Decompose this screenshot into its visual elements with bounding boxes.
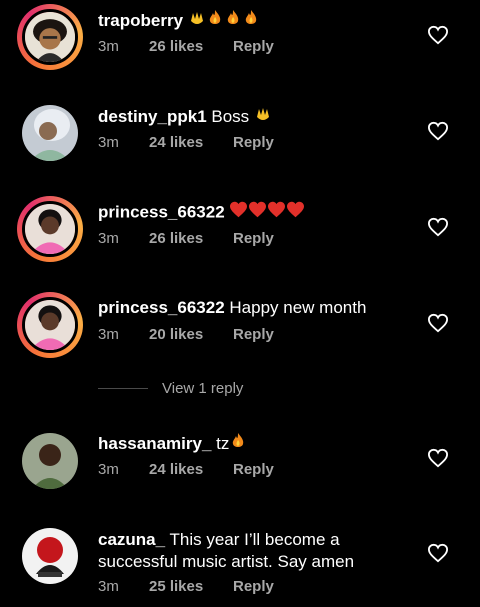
- avatar: [22, 105, 78, 161]
- reply-button[interactable]: Reply: [233, 578, 274, 595]
- fire-icon: [229, 433, 247, 454]
- comment-line: princess_66322 Happy new month: [98, 297, 366, 319]
- like-count[interactable]: 24 likes: [149, 461, 233, 478]
- comment-meta: 3m 25 likes Reply: [98, 578, 274, 595]
- like-heart-icon[interactable]: [427, 25, 449, 45]
- reply-button[interactable]: Reply: [233, 230, 274, 247]
- comment-meta: 3m 26 likes Reply: [98, 38, 274, 55]
- fire-icon: [206, 10, 224, 31]
- like-count[interactable]: 26 likes: [149, 230, 233, 247]
- reply-button[interactable]: Reply: [233, 134, 274, 151]
- comment-time: 3m: [98, 461, 119, 478]
- comment-line-2: successful music artist. Say amen: [98, 551, 354, 573]
- reply-button[interactable]: Reply: [233, 326, 274, 343]
- comment-text: Boss: [211, 106, 250, 126]
- username[interactable]: cazuna_: [98, 530, 165, 549]
- comment-line: cazuna_ This year I’ll become a: [98, 529, 340, 551]
- like-heart-icon[interactable]: [427, 217, 449, 237]
- reply-button[interactable]: Reply: [233, 38, 274, 55]
- comment-time: 3m: [98, 38, 119, 55]
- like-heart-icon[interactable]: [427, 543, 449, 563]
- comment-text: tz: [216, 433, 230, 453]
- view-replies-label: View 1 reply: [162, 380, 244, 397]
- avatar-story-ring[interactable]: [17, 196, 83, 262]
- comment-meta: 3m 20 likes Reply: [98, 326, 274, 343]
- comment-meta: 3m 26 likes Reply: [98, 230, 274, 247]
- avatar-wrap[interactable]: [22, 433, 78, 489]
- comment-line: princess_66322: [98, 201, 305, 225]
- comment-meta: 3m 24 likes Reply: [98, 461, 274, 478]
- username[interactable]: hassanamiry_: [98, 434, 211, 453]
- like-count[interactable]: 26 likes: [149, 38, 233, 55]
- red-heart-icon: [229, 201, 248, 222]
- avatar-wrap[interactable]: [22, 105, 78, 161]
- red-heart-icon: [267, 201, 286, 222]
- avatar-wrap[interactable]: [22, 528, 78, 584]
- comment-meta: 3m 24 likes Reply: [98, 134, 274, 151]
- username[interactable]: trapoberry: [98, 11, 183, 30]
- comment-time: 3m: [98, 230, 119, 247]
- like-count[interactable]: 25 likes: [149, 578, 233, 595]
- comment-line: destiny_ppk1 Boss: [98, 105, 272, 130]
- comment-line: hassanamiry_ tz: [98, 432, 247, 457]
- comment-time: 3m: [98, 578, 119, 595]
- comment-time: 3m: [98, 134, 119, 151]
- comment-time: 3m: [98, 326, 119, 343]
- comment-text: Happy new month: [229, 298, 367, 317]
- comment-text: This year I’ll become a: [169, 530, 340, 549]
- username[interactable]: princess_66322: [98, 202, 225, 221]
- raising-hands-icon: [254, 108, 272, 127]
- fire-icon: [224, 10, 242, 31]
- like-count[interactable]: 20 likes: [149, 326, 233, 343]
- avatar: [22, 297, 78, 353]
- red-heart-icon: [248, 201, 267, 222]
- like-heart-icon[interactable]: [427, 448, 449, 468]
- comment-line: trapoberry: [98, 9, 260, 34]
- comment-text-continued: successful music artist. Say amen: [98, 552, 355, 571]
- avatar: [22, 528, 78, 584]
- like-count[interactable]: 24 likes: [149, 134, 233, 151]
- username[interactable]: destiny_ppk1: [98, 107, 207, 126]
- divider: [98, 388, 148, 389]
- avatar-story-ring[interactable]: [17, 292, 83, 358]
- like-heart-icon[interactable]: [427, 313, 449, 333]
- red-heart-icon: [286, 201, 305, 222]
- avatar: [22, 9, 78, 65]
- reply-button[interactable]: Reply: [233, 461, 274, 478]
- avatar: [22, 433, 78, 489]
- avatar-story-ring[interactable]: [17, 4, 83, 70]
- username[interactable]: princess_66322: [98, 298, 225, 317]
- avatar: [22, 201, 78, 257]
- view-replies-button[interactable]: View 1 reply: [98, 380, 243, 397]
- like-heart-icon[interactable]: [427, 121, 449, 141]
- fire-icon: [242, 10, 260, 31]
- raising-hands-icon: [188, 12, 206, 31]
